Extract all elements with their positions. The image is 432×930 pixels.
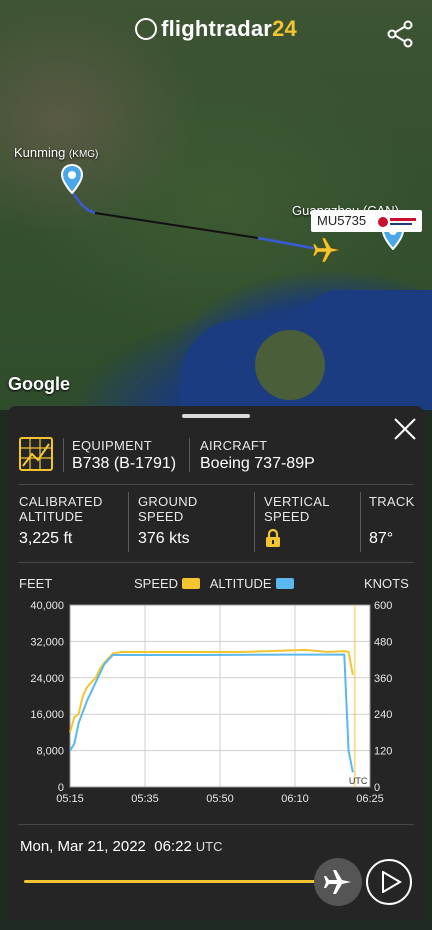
- play-button[interactable]: [366, 859, 412, 905]
- y-left-tick-label: 8,000: [36, 746, 64, 758]
- calibrated-altitude-value: 3,225 ft: [19, 530, 73, 547]
- x-tick-label: 06:10: [281, 793, 309, 805]
- ground-speed-value: 376 kts: [138, 530, 190, 547]
- legend-speed-swatch: [182, 578, 201, 589]
- divider: [254, 492, 255, 552]
- divider: [18, 562, 414, 563]
- playback-date: Mon, Mar 21, 2022: [20, 838, 146, 855]
- x-tick-label: 05:15: [56, 793, 84, 805]
- divider: [128, 492, 129, 552]
- cursor-label: UTC: [349, 776, 368, 786]
- stat-calibrated-altitude: CALIBRATED ALTITUDE 3,225 ft: [19, 494, 103, 547]
- stat-track: TRACK 87°: [369, 494, 415, 547]
- aircraft-info-row: EQUIPMENT B738 (B-1791) AIRCRAFT Boeing …: [8, 434, 424, 478]
- playback-slider-track[interactable]: [24, 880, 332, 883]
- origin-label: Kunming (KMG): [14, 145, 99, 160]
- left-axis-label: FEET: [19, 576, 53, 591]
- legend-speed-label: SPEED: [134, 576, 179, 591]
- y-left-tick-label: 24,000: [30, 673, 64, 685]
- origin-pin-icon[interactable]: [61, 164, 83, 194]
- y-right-tick-label: 240: [374, 709, 392, 721]
- equipment-value: B738 (B-1791): [72, 455, 177, 472]
- legend-altitude-swatch: [275, 578, 294, 589]
- x-tick-label: 06:25: [356, 793, 384, 805]
- stat-ground-speed: GROUND SPEED 376 kts: [138, 494, 198, 547]
- drag-handle[interactable]: [182, 414, 250, 418]
- aircraft-label: AIRCRAFT: [200, 438, 268, 453]
- divider: [18, 824, 414, 825]
- aircraft-thumb-icon: [324, 870, 351, 894]
- divider: [63, 438, 64, 472]
- equipment-label: EQUIPMENT: [72, 438, 152, 453]
- y-left-tick-label: 16,000: [30, 709, 64, 721]
- flight-callout[interactable]: MU5735: [311, 210, 422, 232]
- legend-altitude-label: ALTITUDE: [209, 576, 272, 591]
- aircraft-value: Boeing 737-89P: [200, 455, 315, 472]
- altitude-speed-chart[interactable]: 40,000 600 32,000 480 24,000 360 16,000 240 8,00…: [8, 592, 424, 812]
- y-right-tick-label: 120: [374, 746, 392, 758]
- playback-timezone: UTC: [195, 839, 223, 854]
- stat-vertical-speed: VERTICAL SPEED: [264, 494, 330, 524]
- aircraft-icon[interactable]: [312, 236, 342, 264]
- x-tick-label: 05:50: [206, 793, 234, 805]
- airline-logo-icon: [377, 214, 417, 228]
- y-left-tick-label: 32,000: [30, 636, 64, 648]
- flight-details-panel: EQUIPMENT B738 (B-1791) AIRCRAFT Boeing …: [8, 406, 424, 920]
- lock-icon[interactable]: [265, 528, 281, 548]
- playback-time: 06:22: [154, 838, 192, 855]
- divider: [18, 484, 414, 485]
- divider: [360, 492, 361, 552]
- play-icon: [382, 871, 402, 893]
- playback-slider-thumb[interactable]: [314, 858, 362, 906]
- map-view[interactable]: flightradar24 Kunming (KMG) Guangzhou (C…: [0, 0, 432, 410]
- y-right-tick-label: 360: [374, 673, 392, 685]
- right-axis-label: KNOTS: [364, 576, 409, 591]
- chart-legend: SPEED ALTITUDE: [134, 576, 294, 591]
- y-right-tick-label: 480: [374, 636, 392, 648]
- equipment-chart-icon: [19, 437, 53, 471]
- y-right-tick-label: 600: [374, 600, 392, 612]
- track-value: 87°: [369, 530, 394, 547]
- divider: [189, 438, 190, 472]
- y-left-tick-label: 40,000: [30, 600, 64, 612]
- playback-datetime: Mon, Mar 21, 2022 06:22 UTC: [20, 838, 223, 855]
- flight-number: MU5735: [317, 213, 367, 228]
- x-tick-label: 05:35: [131, 793, 159, 805]
- google-watermark: Google: [8, 374, 70, 394]
